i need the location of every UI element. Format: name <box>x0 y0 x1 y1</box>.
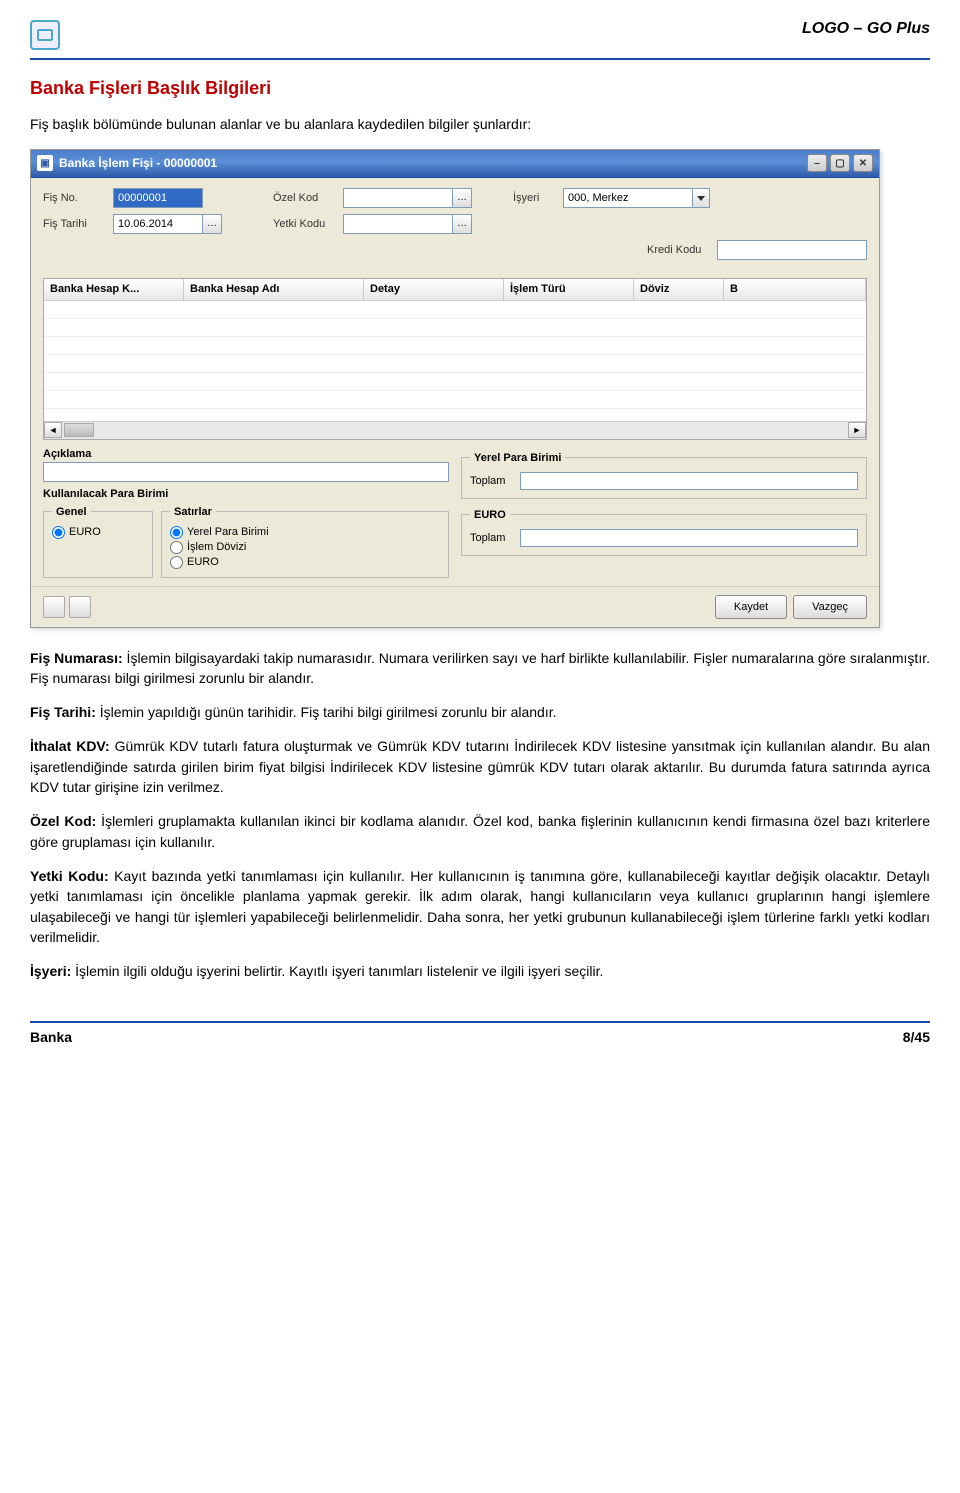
table-row[interactable] <box>44 319 866 337</box>
maximize-button[interactable]: ▢ <box>830 154 850 172</box>
close-button[interactable]: ✕ <box>853 154 873 172</box>
kredikodu-label: Kredi Kodu <box>647 244 717 256</box>
fistarihi-input[interactable] <box>113 214 203 234</box>
table-row[interactable] <box>44 337 866 355</box>
table-row[interactable] <box>44 373 866 391</box>
satirlar-radio-0-input[interactable] <box>170 526 183 539</box>
isyeri-dropdown-button[interactable] <box>692 188 710 208</box>
titlebar: ▣ Banka İşlem Fişi - 00000001 – ▢ ✕ <box>31 150 879 178</box>
grid-header: Banka Hesap K... Banka Hesap Adı Detay İ… <box>44 279 866 301</box>
kredikodu-input[interactable] <box>717 240 867 260</box>
footer-right: 8/45 <box>903 1029 930 1045</box>
satirlar-radio-2-input[interactable] <box>170 556 183 569</box>
cancel-button[interactable]: Vazgeç <box>793 595 867 619</box>
section-title: Banka Fişleri Başlık Bilgileri <box>30 78 930 99</box>
satirlar-radio-0[interactable]: Yerel Para Birimi <box>170 526 440 539</box>
window-icon: ▣ <box>37 155 53 171</box>
footer-left: Banka <box>30 1029 72 1045</box>
scroll-right-button[interactable]: ► <box>848 422 866 438</box>
fistarihi-label: Fiş Tarihi <box>43 218 113 230</box>
table-row[interactable] <box>44 391 866 409</box>
paragraph-isyeri: İşyeri: İşlemin ilgili olduğu işyerini b… <box>30 961 930 981</box>
yerelpb-legend: Yerel Para Birimi <box>470 452 565 464</box>
lower-panel: Açıklama Kullanılacak Para Birimi Genel … <box>31 440 879 586</box>
grid-col-3[interactable]: İşlem Türü <box>504 279 634 300</box>
paragraph-ozelkod: Özel Kod: İşlemleri gruplamakta kullanıl… <box>30 811 930 852</box>
isyeri-label: İşyeri <box>513 192 563 204</box>
genel-euro-radio[interactable]: EURO <box>52 526 144 539</box>
scroll-left-button[interactable]: ◄ <box>44 422 62 438</box>
satirlar-radio-1-input[interactable] <box>170 541 183 554</box>
minimize-button[interactable]: – <box>807 154 827 172</box>
paragraph-yetkikodu: Yetki Kodu: Kayıt bazında yetki tanımlam… <box>30 866 930 947</box>
euro-fieldset: EURO Toplam <box>461 509 867 556</box>
kullanilacak-label: Kullanılacak Para Birimi <box>43 488 449 500</box>
paragraph-ithalatkdv: İthalat KDV: Gümrük KDV tutarlı fatura o… <box>30 736 930 797</box>
ozelkod-label: Özel Kod <box>273 192 343 204</box>
grid-col-4[interactable]: Döviz <box>634 279 724 300</box>
horizontal-scrollbar[interactable]: ◄ ► <box>44 421 866 439</box>
aciklama-label: Açıklama <box>43 448 449 460</box>
toplam-label-2: Toplam <box>470 532 520 544</box>
intro-text: Fiş başlık bölümünde bulunan alanlar ve … <box>30 115 930 135</box>
product-title: LOGO – GO Plus <box>802 20 930 38</box>
fisno-input[interactable] <box>113 188 203 208</box>
footer-icon-1[interactable] <box>43 596 65 618</box>
window-title: Banka İşlem Fişi - 00000001 <box>59 156 217 170</box>
grid-col-2[interactable]: Detay <box>364 279 504 300</box>
euro-toplam-value <box>520 529 858 547</box>
paragraph-fisno: Fiş Numarası: İşlemin bilgisayardaki tak… <box>30 648 930 689</box>
logo-icon <box>30 20 60 50</box>
grid-body[interactable] <box>44 301 866 421</box>
window-footer: Kaydet Vazgeç <box>31 586 879 627</box>
genel-euro-radio-input[interactable] <box>52 526 65 539</box>
scroll-thumb[interactable] <box>64 423 94 437</box>
isyeri-input[interactable] <box>563 188 693 208</box>
yetkikodu-label: Yetki Kodu <box>273 218 343 230</box>
fisno-label: Fiş No. <box>43 192 113 204</box>
yetkikodu-input[interactable] <box>343 214 453 234</box>
page-header: LOGO – GO Plus <box>30 20 930 60</box>
detail-grid[interactable]: Banka Hesap K... Banka Hesap Adı Detay İ… <box>43 278 867 440</box>
table-row[interactable] <box>44 355 866 373</box>
ozelkod-lookup-button[interactable]: … <box>452 188 472 208</box>
satirlar-radio-2[interactable]: EURO <box>170 556 440 569</box>
table-row[interactable] <box>44 301 866 319</box>
satirlar-radio-1[interactable]: İşlem Dövizi <box>170 541 440 554</box>
page-footer: Banka 8/45 <box>30 1021 930 1045</box>
aciklama-input[interactable] <box>43 462 449 482</box>
genel-fieldset: Genel EURO <box>43 506 153 578</box>
grid-col-0[interactable]: Banka Hesap K... <box>44 279 184 300</box>
genel-legend: Genel <box>52 506 91 518</box>
grid-col-5[interactable]: B <box>724 279 866 300</box>
grid-col-1[interactable]: Banka Hesap Adı <box>184 279 364 300</box>
form-area: Fiş No. Özel Kod … İşyeri Fiş Tarihi … Y… <box>31 178 879 272</box>
paragraph-fistarihi: Fiş Tarihi: İşlemin yapıldığı günün tari… <box>30 702 930 722</box>
satirlar-fieldset: Satırlar Yerel Para Birimi İşlem Dövizi … <box>161 506 449 578</box>
ozelkod-input[interactable] <box>343 188 453 208</box>
app-window: ▣ Banka İşlem Fişi - 00000001 – ▢ ✕ Fiş … <box>30 149 880 628</box>
euro-legend: EURO <box>470 509 510 521</box>
yerelpb-toplam-value <box>520 472 858 490</box>
yetkikodu-lookup-button[interactable]: … <box>452 214 472 234</box>
satirlar-legend: Satırlar <box>170 506 216 518</box>
fistarihi-lookup-button[interactable]: … <box>202 214 222 234</box>
footer-icon-2[interactable] <box>69 596 91 618</box>
toplam-label-1: Toplam <box>470 475 520 487</box>
save-button[interactable]: Kaydet <box>715 595 787 619</box>
yerelpb-fieldset: Yerel Para Birimi Toplam <box>461 452 867 499</box>
